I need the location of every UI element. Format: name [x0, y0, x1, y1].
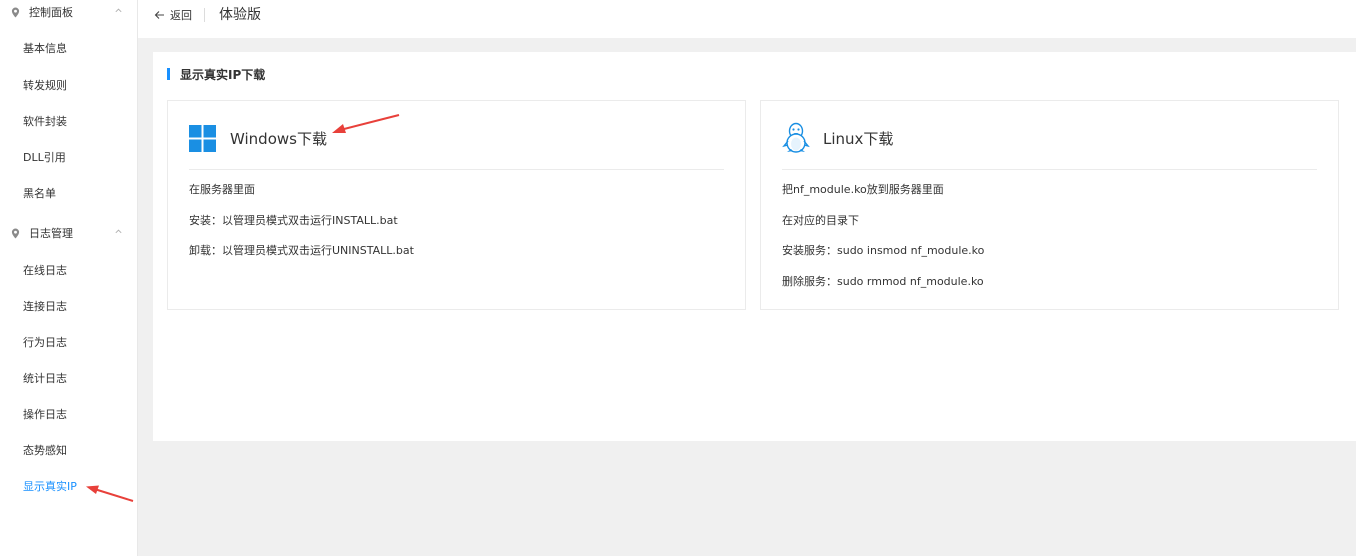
sidebar-item-operation-log[interactable]: 操作日志	[23, 407, 67, 423]
linux-instruction-line: 把nf_module.ko放到服务器里面	[782, 183, 944, 196]
top-bar: 返回 体验版	[138, 0, 1356, 38]
annotation-arrow-icon	[86, 485, 134, 502]
sidebar-item-forward-rules[interactable]: 转发规则	[23, 78, 67, 94]
linux-instruction-line: 删除服务：sudo rmmod nf_module.ko	[782, 275, 984, 288]
main-content-card: 显示真实IP下载 Windows下载 在服务器里面 安装：以管理员模式双击运行I…	[153, 52, 1356, 441]
windows-instruction-line: 安装：以管理员模式双击运行INSTALL.bat	[189, 214, 398, 227]
annotation-arrow-icon	[332, 114, 400, 133]
divider	[189, 169, 724, 170]
sidebar-group-label: 日志管理	[29, 227, 73, 240]
windows-instruction-line: 在服务器里面	[189, 183, 255, 196]
back-label: 返回	[170, 9, 192, 22]
chevron-up-icon[interactable]	[114, 6, 123, 15]
arrow-left-icon	[154, 11, 164, 19]
linux-instruction-line: 在对应的目录下	[782, 214, 859, 227]
divider	[204, 8, 205, 22]
sidebar: 控制面板 基本信息 转发规则 软件封装 DLL引用 黑名单 日志管理 在线日志 …	[0, 0, 138, 556]
windows-logo-icon	[189, 124, 216, 152]
sidebar-item-situation-awareness[interactable]: 态势感知	[23, 443, 67, 459]
linux-download-title[interactable]: Linux下载	[823, 128, 893, 149]
section-accent-bar	[167, 68, 170, 80]
windows-download-header[interactable]: Windows下载	[189, 121, 327, 155]
linux-penguin-icon	[782, 122, 810, 153]
sidebar-item-statistics-log[interactable]: 统计日志	[23, 371, 67, 387]
linux-download-header[interactable]: Linux下载	[782, 121, 893, 155]
sidebar-item-basic-info[interactable]: 基本信息	[23, 41, 67, 57]
map-pin-icon	[11, 228, 20, 238]
section-title-text: 显示真实IP下载	[180, 67, 266, 82]
divider	[782, 169, 1317, 170]
sidebar-group-control-panel[interactable]: 控制面板	[0, 0, 137, 24]
map-pin-icon	[11, 7, 20, 17]
page-title: 体验版	[219, 7, 261, 23]
sidebar-item-software-packaging[interactable]: 软件封装	[23, 114, 67, 130]
windows-instruction-line: 卸载：以管理员模式双击运行UNINSTALL.bat	[189, 244, 414, 257]
linux-download-panel: Linux下载 把nf_module.ko放到服务器里面 在对应的目录下 安装服…	[760, 100, 1339, 310]
sidebar-item-blacklist[interactable]: 黑名单	[23, 186, 56, 202]
windows-download-title[interactable]: Windows下载	[230, 128, 327, 149]
sidebar-item-connection-log[interactable]: 连接日志	[23, 299, 67, 315]
linux-instruction-line: 安装服务：sudo insmod nf_module.ko	[782, 244, 985, 257]
windows-download-panel: Windows下载 在服务器里面 安装：以管理员模式双击运行INSTALL.ba…	[167, 100, 746, 310]
sidebar-group-log-management[interactable]: 日志管理	[0, 221, 137, 245]
back-button[interactable]: 返回	[154, 7, 192, 23]
sidebar-item-show-real-ip[interactable]: 显示真实IP	[23, 479, 77, 495]
chevron-up-icon[interactable]	[114, 227, 123, 236]
sidebar-group-label: 控制面板	[29, 6, 73, 19]
section-title: 显示真实IP下载	[167, 66, 265, 82]
sidebar-item-dll-reference[interactable]: DLL引用	[23, 150, 66, 166]
sidebar-item-online-log[interactable]: 在线日志	[23, 263, 67, 279]
sidebar-item-behavior-log[interactable]: 行为日志	[23, 335, 67, 351]
